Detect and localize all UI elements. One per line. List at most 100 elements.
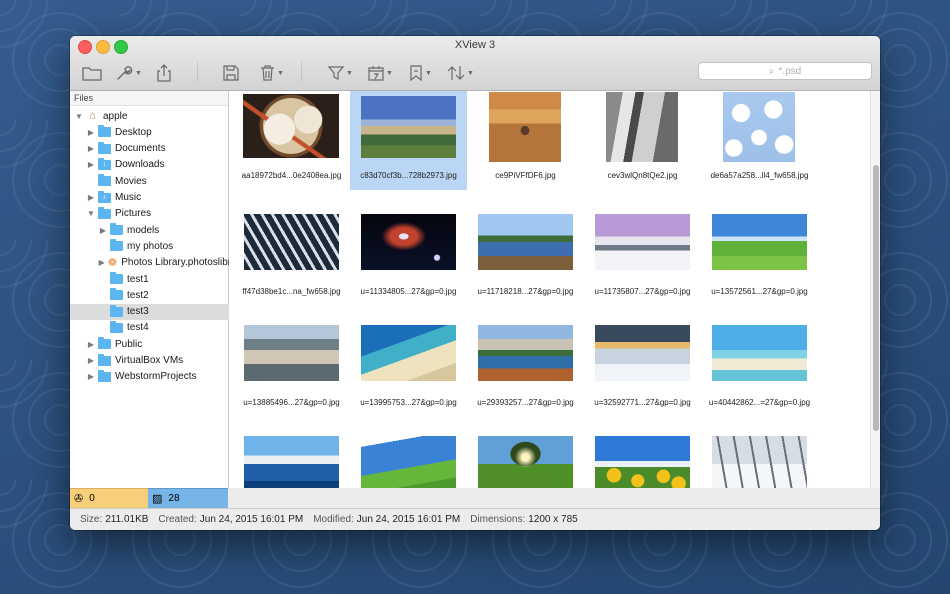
image-icon: ▨ — [152, 493, 163, 505]
bookmark-icon — [410, 65, 422, 81]
thumbnail-item[interactable]: u=13885496...27&gp=0.jpg — [233, 312, 350, 412]
tree-item-movies[interactable]: Movies — [70, 173, 233, 189]
thumbnail-item[interactable]: u=13995753...27&gp=0.jpg — [350, 312, 467, 412]
thumbnail-image — [361, 325, 456, 381]
grid-scrollbar-thumb[interactable] — [873, 165, 879, 431]
disclosure-collapsed-icon[interactable]: ▶ — [86, 128, 96, 137]
thumbnail-caption: de6a57a258...ll4_fw658.jpg — [710, 171, 809, 180]
delete-button[interactable]: ▼ — [260, 62, 284, 84]
thumbnail-image — [361, 96, 456, 158]
thumbnail-item[interactable]: c83d70cf3b...728b2973.jpg — [350, 91, 467, 190]
thumbnail-item[interactable]: u=13572561...27&gp=0.jpg — [701, 201, 818, 301]
search-placeholder: *.psd — [778, 65, 802, 77]
chevron-down-icon: ▼ — [467, 69, 474, 77]
thumbnail-item[interactable]: u=43992787...27&gp=0.jpg — [350, 423, 467, 488]
tree-item-test1[interactable]: test1 — [70, 271, 245, 287]
open-folder-button[interactable] — [82, 62, 102, 84]
disclosure-collapsed-icon[interactable]: ▶ — [86, 193, 96, 202]
thumbnail-grid[interactable]: aa18972bd4...0e2408ea.jpg c83d70cf3b...72… — [229, 91, 870, 488]
thumbnail-item[interactable]: u=11735807...27&gp=0.jpg — [584, 201, 701, 301]
folder-glyph-icon: ♪ — [102, 193, 107, 201]
folder-glyph-icon: ↓ — [102, 160, 107, 168]
thumbnail-caption: u=11718218...27&gp=0.jpg — [477, 287, 574, 296]
date-filter-button[interactable]: ▼ — [368, 62, 393, 84]
tree-item-models[interactable]: ▶ models — [70, 222, 245, 238]
disclosure-collapsed-icon[interactable]: ▶ — [98, 226, 108, 235]
bookmark-button[interactable]: ▼ — [409, 62, 432, 84]
title-bar: XView 3 ▼ ▼ ▼ ▼ ▼ ▼ ⌕ *.psd — [70, 36, 880, 91]
disclosure-collapsed-icon[interactable]: ▶ — [86, 160, 96, 169]
image-files-counter[interactable]: ▨ 28 — [148, 488, 228, 508]
tree-item-music[interactable]: ▶ ♪ Music — [70, 190, 233, 206]
size-label: Size: — [80, 514, 103, 525]
tree-item-my-photos[interactable]: my photos — [70, 238, 245, 254]
tree-item-downloads[interactable]: ▶ ↓ Downloads — [70, 157, 233, 173]
tree-item-label: Music — [115, 192, 142, 203]
tree-item-public[interactable]: ▶ Public — [70, 336, 233, 352]
disclosure-collapsed-icon[interactable]: ▶ — [98, 258, 106, 267]
thumbnail-item[interactable]: cev3wlQn8tQe2.jpg — [584, 91, 701, 190]
thumbnail-image — [712, 436, 807, 488]
tree-item-label: test3 — [127, 306, 149, 318]
thumbnail-item[interactable]: u=70219996...27&gp=0.jpg — [701, 423, 818, 488]
tree-item-virtualbox-vms[interactable]: ▶ VirtualBox VMs — [70, 353, 233, 369]
save-button[interactable] — [223, 62, 239, 84]
thumbnail-item[interactable]: ff47d38be1c...na_fw658.jpg — [233, 201, 350, 301]
tree-item-label: my photos — [127, 240, 174, 252]
thumbnail-item[interactable]: u=32592771...27&gp=0.jpg — [584, 312, 701, 412]
thumbnail-item[interactable]: u=11718218...27&gp=0.jpg — [467, 201, 584, 301]
thumbnail-item[interactable]: ce9PiVFfDF6.jpg — [467, 91, 584, 190]
thumbnail-item[interactable]: de6a57a258...ll4_fw658.jpg — [701, 91, 818, 190]
folder-icon — [110, 239, 123, 252]
grid-vertical-scrollbar[interactable] — [870, 91, 880, 488]
tree-item-label: test2 — [127, 289, 149, 301]
folder-icon — [98, 141, 111, 154]
tree-item-photos-library-photoslibrary[interactable]: ▶ ❁ Photos Library.photoslibrary — [70, 255, 245, 271]
tree-item-webstormprojects[interactable]: ▶ WebstormProjects — [70, 369, 233, 385]
search-input[interactable]: ⌕ *.psd — [698, 62, 872, 80]
disclosure-collapsed-icon[interactable]: ▶ — [86, 356, 96, 365]
tree-item-test3[interactable]: test3 — [70, 303, 245, 320]
thumbnail-item[interactable]: u=43518689...27&gp=0.jpg — [233, 423, 350, 488]
disclosure-collapsed-icon[interactable]: ▶ — [86, 340, 96, 349]
thumbnail-caption: u=13572561...27&gp=0.jpg — [711, 287, 808, 296]
file-tree-sidebar[interactable]: Files ▼ ⌂ apple ▶ Desktop ▶ Documents ▶ ↓ Downloa… — [70, 91, 245, 488]
status-bar: Size: 211.01KB Created: Jun 24, 2015 16:01… — [70, 508, 880, 530]
thumbnail-image — [478, 436, 573, 488]
thumbnail-item[interactable]: u=11334805...27&gp=0.jpg — [350, 201, 467, 301]
tree-item-desktop[interactable]: ▶ Desktop — [70, 124, 233, 140]
folder-icon: ↓ — [98, 157, 111, 170]
thumbnail-item[interactable]: u=40442862...=27&gp=0.jpg — [701, 312, 818, 412]
search-icon: ⌕ — [768, 65, 775, 77]
tools-menu-button[interactable]: ▼ — [115, 62, 142, 84]
tree-item-test2[interactable]: test2 — [70, 287, 245, 303]
thumbnail-item[interactable]: u=47087750...27&gp=0.jpg — [467, 423, 584, 488]
share-button[interactable] — [156, 62, 172, 84]
sort-button[interactable]: ▼ — [447, 62, 474, 84]
disclosure-collapsed-icon[interactable]: ▶ — [86, 372, 96, 381]
thumbnail-image — [244, 436, 339, 488]
modified-label: Modified: — [313, 514, 354, 525]
tree-item-test4[interactable]: test4 — [70, 320, 245, 336]
thumbnail-caption: aa18972bd4...0e2408ea.jpg — [241, 171, 342, 180]
thumbnail-image — [595, 325, 690, 381]
thumbnail-caption: c83d70cf3b...728b2973.jpg — [360, 171, 457, 180]
tree-item-documents[interactable]: ▶ Documents — [70, 141, 233, 157]
thumbnail-item[interactable]: u=67595305...27&gp=0.jpg — [584, 423, 701, 488]
tree-item-label: Downloads — [115, 159, 165, 171]
thumbnail-caption: u=11735807...27&gp=0.jpg — [594, 287, 691, 296]
folder-icon — [110, 288, 123, 301]
tree-item-label: test1 — [127, 273, 149, 285]
other-files-counter[interactable]: ✇ 0 — [70, 488, 148, 508]
thumbnail-item[interactable]: aa18972bd4...0e2408ea.jpg — [233, 91, 350, 190]
filter-button[interactable]: ▼ — [328, 62, 353, 84]
thumbnail-item[interactable]: u=29393257...27&gp=0.jpg — [467, 312, 584, 412]
disclosure-expanded-icon[interactable]: ▼ — [74, 112, 84, 121]
disclosure-expanded-icon[interactable]: ▼ — [86, 209, 96, 218]
tree-item-pictures[interactable]: ▼ Pictures — [70, 206, 233, 222]
filter-icon — [328, 66, 344, 80]
modified-value: Jun 24, 2015 16:01 PM — [356, 514, 461, 525]
tree-item-apple[interactable]: ▼ ⌂ apple — [70, 108, 221, 124]
image-files-count: 28 — [168, 493, 180, 504]
disclosure-collapsed-icon[interactable]: ▶ — [86, 144, 96, 153]
